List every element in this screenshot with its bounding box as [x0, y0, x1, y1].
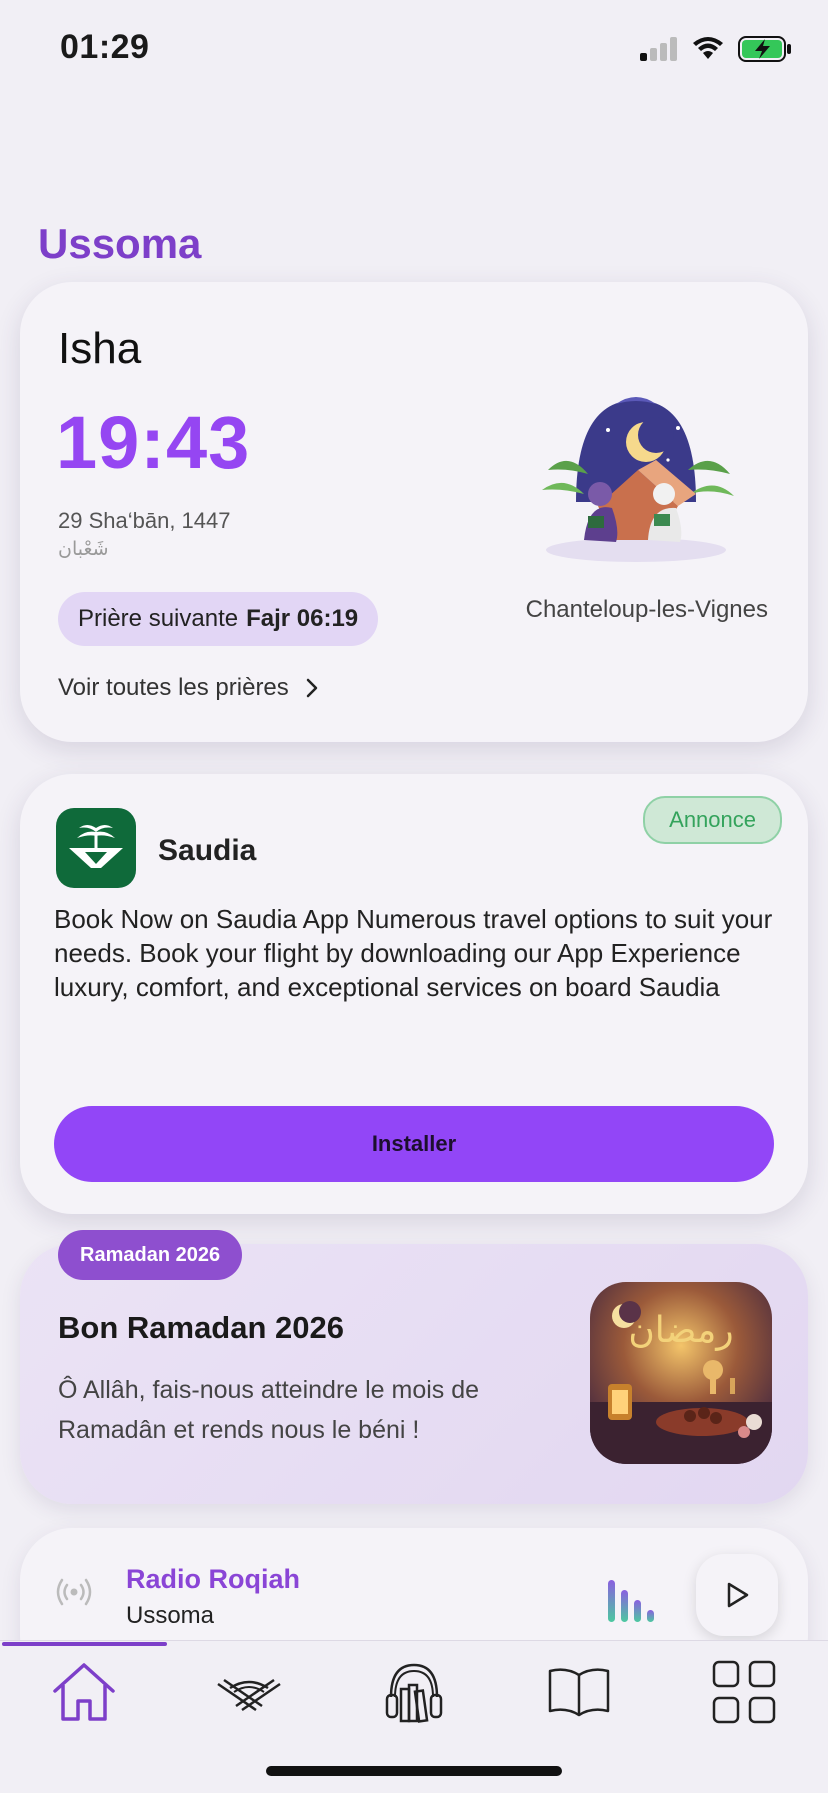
- headphones-books-icon: [385, 1663, 443, 1723]
- ramadan-title: Bon Ramadan 2026: [58, 1310, 344, 1345]
- current-prayer-time: 19:43: [56, 401, 251, 484]
- current-prayer-name: Isha: [58, 324, 142, 373]
- chevron-right-icon: [306, 678, 318, 698]
- tab-books[interactable]: [539, 1652, 619, 1732]
- tab-quran[interactable]: [209, 1652, 289, 1732]
- play-button[interactable]: [696, 1554, 778, 1636]
- quran-stand-icon: [217, 1678, 281, 1712]
- saudia-logo: [56, 808, 136, 888]
- hijri-month-arabic: شَعْبان: [58, 539, 109, 560]
- battery-charging-icon: [738, 36, 791, 62]
- wifi-icon: [693, 37, 723, 59]
- ad-advertiser-name: Saudia: [158, 834, 257, 867]
- ramadan-text: Ô Allâh, fais-nous atteindre le mois de …: [58, 1376, 480, 1444]
- home-icon: [53, 1663, 115, 1721]
- install-button[interactable]: Installer: [54, 1106, 774, 1182]
- city-name: Chanteloup-les-Vignes: [525, 596, 768, 623]
- ramadan-image-arabic-text: رمضان: [628, 1310, 733, 1351]
- ramadan-tag: Ramadan 2026: [58, 1230, 243, 1280]
- prayer-illustration: [542, 397, 734, 562]
- grid-icon: [712, 1660, 776, 1724]
- status-icons: [640, 36, 792, 62]
- tab-more[interactable]: [704, 1652, 784, 1732]
- app-title: Ussoma: [38, 220, 202, 267]
- cellular-signal-icon: [640, 37, 677, 61]
- prayer-card[interactable]: Isha 19:43 29 Sha‘bān, 1447 شَعْبان Priè…: [20, 282, 808, 742]
- see-all-prayers-link[interactable]: Voir toutes les prières: [58, 674, 319, 702]
- tab-home[interactable]: [44, 1652, 124, 1732]
- next-prayer-pill: Prière suivante Fajr 06:19: [58, 592, 379, 646]
- home-indicator: [266, 1766, 562, 1776]
- tab-audio-library[interactable]: [374, 1652, 454, 1732]
- radio-subtitle: Ussoma: [126, 1602, 215, 1629]
- ad-card[interactable]: Saudia Annonce Book Now on Saudia App Nu…: [20, 774, 808, 1214]
- broadcast-icon: [56, 1578, 92, 1606]
- open-book-icon: [548, 1668, 610, 1717]
- radio-station-name: Radio Roqiah: [126, 1564, 300, 1594]
- ramadan-image: رمضان: [590, 1282, 772, 1464]
- ad-badge: Annonce: [643, 796, 782, 844]
- next-prayer-value: Fajr 06:19: [246, 605, 359, 632]
- active-tab-indicator: [2, 1642, 167, 1646]
- status-time: 01:29: [60, 28, 150, 66]
- audio-level-icon: [608, 1578, 654, 1622]
- ramadan-card[interactable]: Ramadan 2026 Bon Ramadan 2026 Ô Allâh, f…: [20, 1230, 808, 1504]
- ad-description: Book Now on Saudia App Numerous travel o…: [54, 904, 773, 1002]
- palm-swords-icon: [69, 825, 123, 868]
- see-all-prayers-label: Voir toutes les prières: [58, 674, 289, 701]
- next-prayer-label: Prière suivante: [78, 605, 239, 632]
- play-icon: [727, 1582, 749, 1608]
- hijri-date: 29 Sha‘bān, 1447: [58, 508, 231, 533]
